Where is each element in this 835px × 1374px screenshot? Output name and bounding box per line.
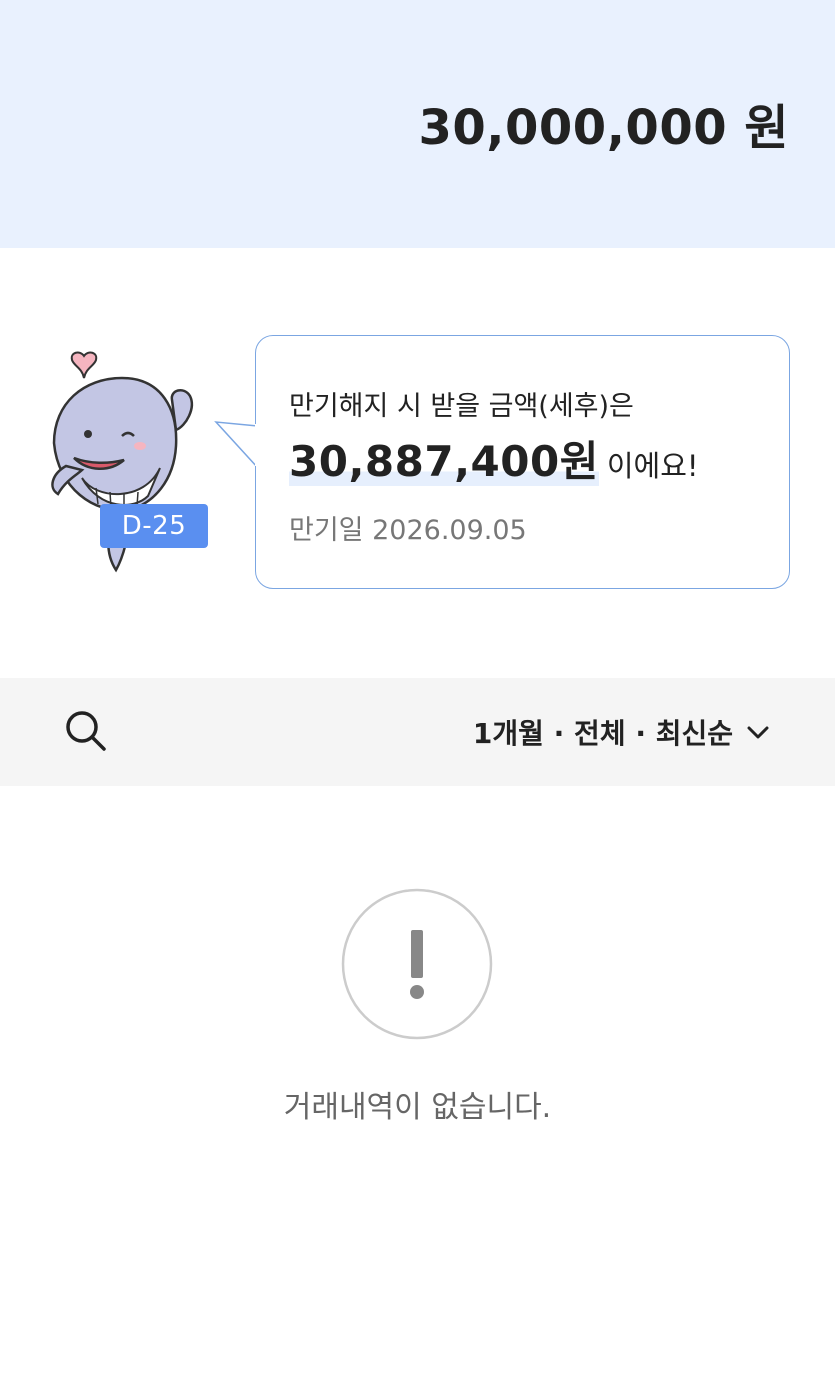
balance-banner: 30,000,000 원 [0,0,835,248]
filter-label: 1개월 · 전체 · 최신순 [472,717,733,750]
payout-amount: 30,887,400원 [289,437,599,486]
period-filter-dropdown[interactable]: 1개월 · 전체 · 최신순 [473,710,771,754]
dday-badge: D-25 [100,504,208,548]
exclamation-icon [341,888,493,1040]
payout-row: 30,887,400원 이에요! [289,428,699,489]
maturity-payout-bubble: 만기해지 시 받을 금액(세후)은 30,887,400원 이에요! 만기일 20… [255,335,790,589]
search-icon[interactable] [63,708,109,754]
chevron-down-icon [747,726,769,739]
empty-transactions-message: 거래내역이 없습니다. [283,1090,552,1125]
payout-suffix: 이에요! [606,449,699,483]
account-balance: 30,000,000 원 [418,100,789,156]
payout-caption: 만기해지 시 받을 금액(세후)은 [289,391,634,422]
bubble-tail-mask [255,424,259,466]
maturity-date: 만기일 2026.09.05 [289,515,527,546]
speech-bubble-tail [214,421,259,469]
